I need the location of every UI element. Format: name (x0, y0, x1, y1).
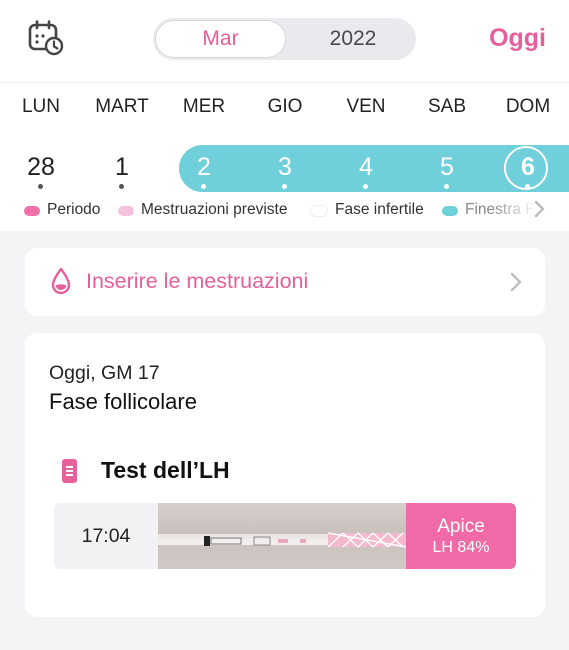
legend-swatch-infertile (311, 206, 327, 216)
day-cell[interactable]: 1 (92, 153, 152, 182)
log-period-card[interactable]: Inserire le mestruazioni (25, 248, 545, 316)
weekday-label: LUN (21, 96, 60, 117)
lh-test-title: Test dell’LH (101, 457, 230, 483)
lh-test-strip-photo (158, 503, 406, 569)
year-tab[interactable]: 2022 (293, 21, 413, 57)
legend-fade (490, 196, 569, 226)
test-strip-icon (62, 459, 77, 483)
day-dot (119, 184, 124, 189)
day-dot (282, 184, 287, 189)
day-cell[interactable]: 5 (417, 153, 477, 182)
weekday-label: MER (182, 96, 226, 117)
weekday-label: GIO (267, 96, 303, 117)
chevron-right-icon (510, 272, 522, 292)
weekday-label: SAB (427, 96, 467, 117)
legend-swatch-period (24, 206, 40, 216)
lh-result-badge: Apice LH 84% (406, 503, 516, 569)
weekday-label: DOM (505, 96, 551, 117)
day-dot (444, 184, 449, 189)
lh-result-value: LH 84% (432, 539, 490, 556)
drop-icon (51, 267, 71, 295)
cycle-info-card: Oggi, GM 17 Fase follicolare Test dell’L… (25, 333, 545, 617)
today-button[interactable]: Oggi (489, 24, 546, 53)
legend-expected: Mestruazioni previste (141, 201, 288, 218)
lh-result-label: Apice (437, 516, 485, 537)
log-period-label: Inserire le mestruazioni (86, 269, 309, 293)
calendar-header-section: Mar 2022 Oggi LUN MART MER GIO VEN SAB D… (0, 0, 569, 231)
day-dot (525, 184, 530, 189)
day-cell[interactable]: 28 (11, 153, 71, 182)
lh-test-time: 17:04 (81, 525, 131, 547)
lh-test-entry[interactable]: 17:04 Apice LH 84% (54, 503, 516, 569)
divider (0, 82, 569, 83)
day-dot (363, 184, 368, 189)
month-year-selector: Mar 2022 (153, 18, 416, 60)
day-cell[interactable]: 2 (174, 153, 234, 182)
chevron-right-icon[interactable] (533, 199, 547, 219)
cycle-phase-text: Fase follicolare (49, 389, 197, 414)
day-dot (201, 184, 206, 189)
weekday-label: VEN (346, 96, 386, 117)
legend-period: Periodo (47, 201, 101, 218)
legend-swatch-fertile (442, 206, 458, 216)
day-cell[interactable]: 4 (336, 153, 396, 182)
legend-swatch-expected (118, 206, 134, 216)
day-dot (38, 184, 43, 189)
day-cell[interactable]: 3 (255, 153, 315, 182)
day-cell-today[interactable]: 6 (498, 153, 558, 182)
weekday-label: MART (95, 96, 149, 117)
month-tab[interactable]: Mar (156, 21, 285, 57)
calendar-clock-icon[interactable] (27, 20, 65, 56)
legend-infertile: Fase infertile (335, 201, 424, 218)
cycle-day-text: Oggi, GM 17 (49, 362, 160, 384)
